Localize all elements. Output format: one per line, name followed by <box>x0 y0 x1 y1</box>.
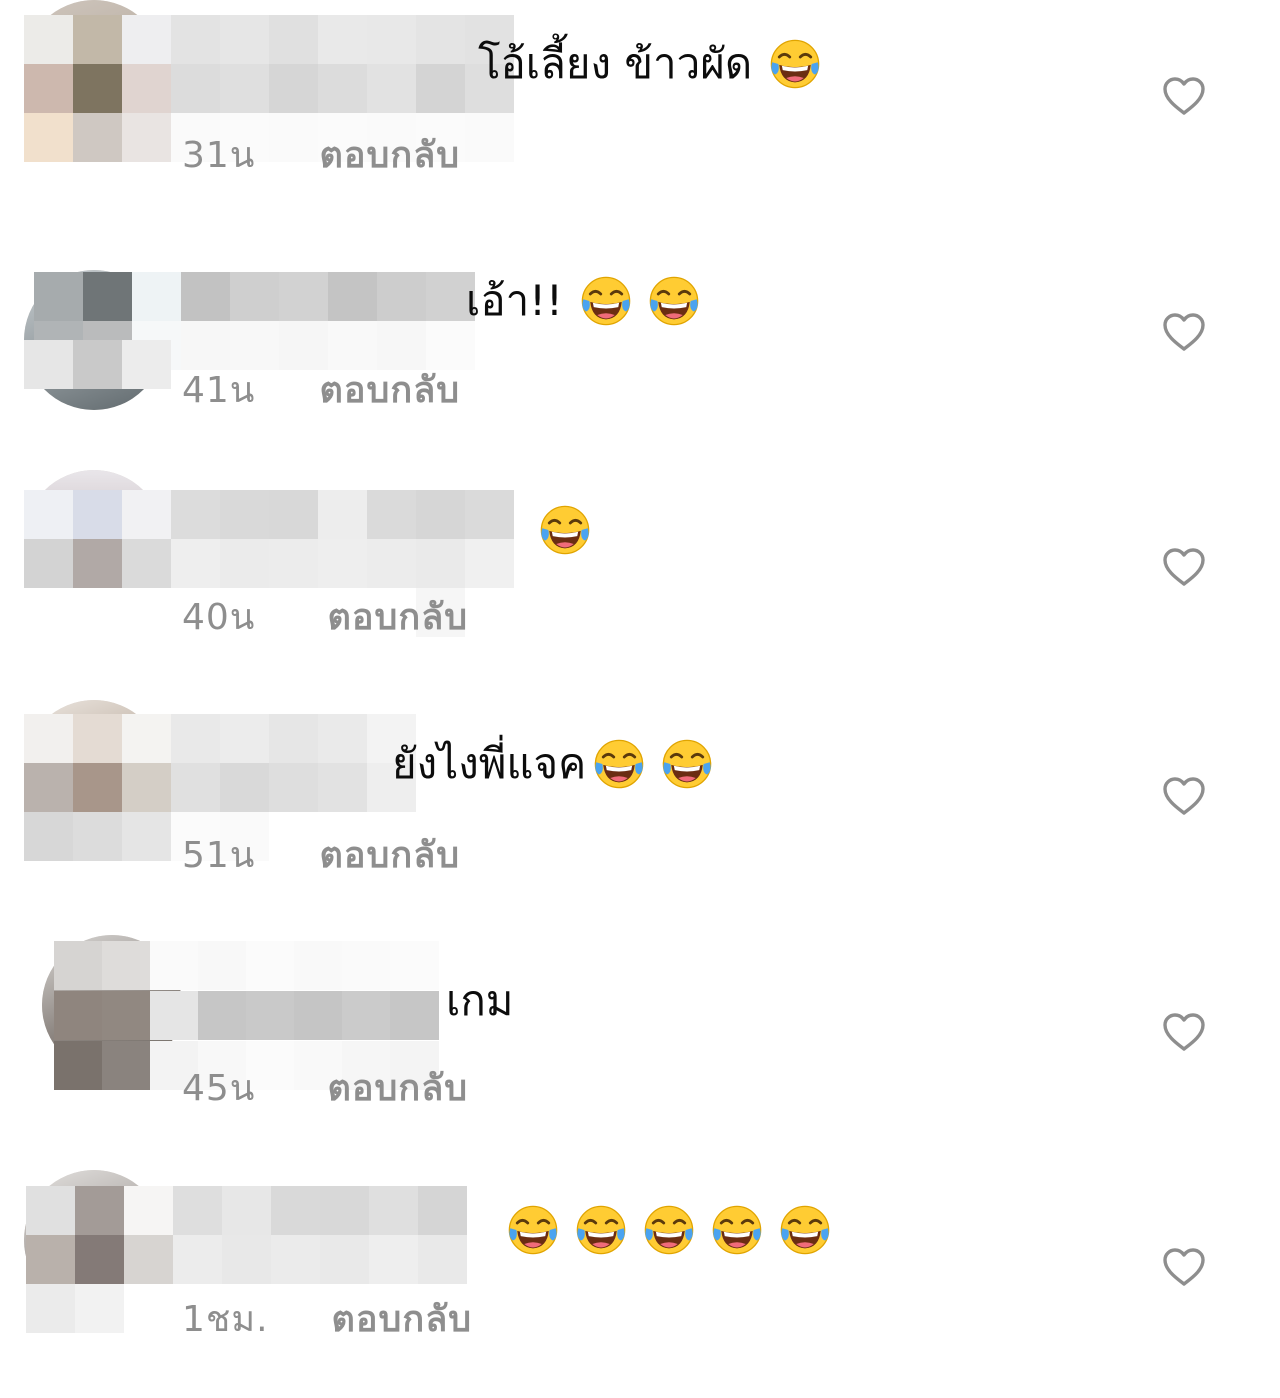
face-with-tears-of-joy-icon <box>776 1202 834 1258</box>
face-with-tears-of-joy-icon <box>504 1202 562 1258</box>
heart-outline-icon[interactable] <box>1161 1246 1207 1288</box>
heart-outline-icon[interactable] <box>1161 1011 1207 1053</box>
reply-button[interactable]: ตอบกลับ <box>328 588 469 645</box>
comment-item: เอ้า!! 41น ตอบกลับ <box>0 235 1280 435</box>
heart-outline-icon[interactable] <box>1161 311 1207 353</box>
comment-item: ยังไงพี่แจค 51น ตอบกลับ <box>0 700 1280 900</box>
reply-button[interactable]: ตอบกลับ <box>332 1290 473 1347</box>
face-with-tears-of-joy-icon <box>640 1202 698 1258</box>
comment-time: 41น <box>182 370 256 411</box>
face-with-tears-of-joy-icon <box>766 36 824 92</box>
heart-outline-icon[interactable] <box>1161 75 1207 117</box>
reply-button[interactable]: ตอบกลับ <box>320 126 461 183</box>
emoji-group <box>590 736 716 792</box>
emoji-group <box>577 273 703 329</box>
comment-item: 1ชม. ตอบกลับ <box>0 1170 1280 1370</box>
comment-item: เกม 45น ตอบกลับ <box>0 935 1280 1135</box>
comment-item: 40น ตอบกลับ <box>0 470 1280 670</box>
comment-time: 1ชม. <box>182 1299 269 1340</box>
comment-meta: 31น ตอบกลับ <box>182 126 460 183</box>
emoji-group <box>536 502 594 558</box>
comment-text: โอ้เลี้ยง ข้าวผัด <box>478 39 753 88</box>
face-with-tears-of-joy-icon <box>658 736 716 792</box>
comment-meta: 51น ตอบกลับ <box>182 826 460 883</box>
comment-time: 31น <box>182 135 256 176</box>
comment-item: โอ้เลี้ยง ข้าวผัด 31น ตอบกลับ <box>0 0 1280 200</box>
comment-text: เกม <box>446 976 514 1025</box>
heart-outline-icon[interactable] <box>1161 775 1207 817</box>
comment-text: ยังไงพี่แจค <box>392 739 587 788</box>
face-with-tears-of-joy-icon <box>536 502 594 558</box>
comment-meta: 41น ตอบกลับ <box>182 361 460 418</box>
comment-time: 51น <box>182 835 256 876</box>
emoji-group <box>766 36 824 92</box>
comment-text: เอ้า!! <box>466 276 563 325</box>
reply-button[interactable]: ตอบกลับ <box>328 1059 469 1116</box>
reply-button[interactable]: ตอบกลับ <box>320 361 461 418</box>
comment-time: 45น <box>182 1068 256 1109</box>
emoji-group <box>504 1202 834 1258</box>
face-with-tears-of-joy-icon <box>590 736 648 792</box>
comment-time: 40น <box>182 597 256 638</box>
face-with-tears-of-joy-icon <box>645 273 703 329</box>
heart-outline-icon[interactable] <box>1161 546 1207 588</box>
face-with-tears-of-joy-icon <box>572 1202 630 1258</box>
reply-button[interactable]: ตอบกลับ <box>320 826 461 883</box>
comment-meta: 1ชม. ตอบกลับ <box>182 1290 472 1347</box>
blurred-avatar-part <box>24 340 171 389</box>
face-with-tears-of-joy-icon <box>708 1202 766 1258</box>
face-with-tears-of-joy-icon <box>577 273 635 329</box>
comment-meta: 45น ตอบกลับ <box>182 1059 468 1116</box>
comment-meta: 40น ตอบกลับ <box>182 588 468 645</box>
